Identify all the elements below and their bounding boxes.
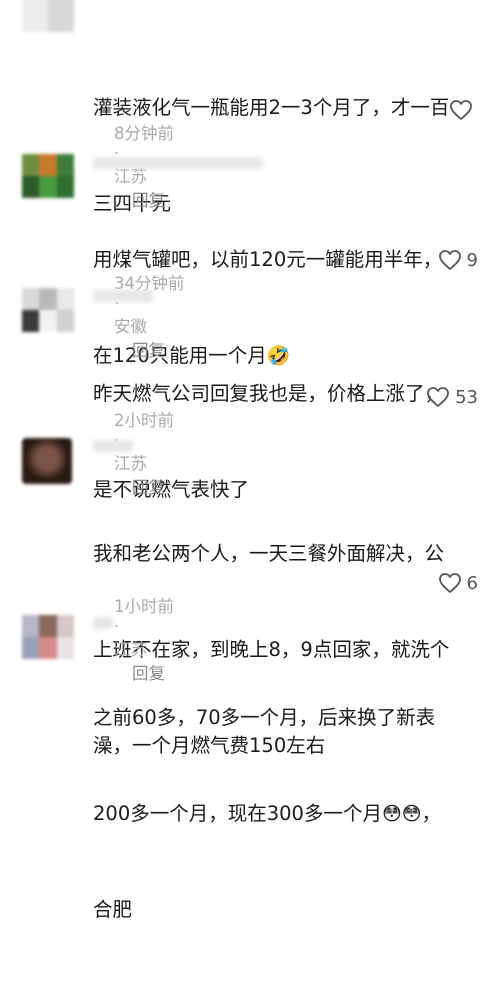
comment-text: 之前60多，70多一个月，后来换了新表 200多一个月，现在300多一个月😳😳，… — [93, 638, 500, 990]
avatar[interactable] — [22, 438, 72, 484]
username[interactable] — [93, 440, 133, 452]
comment-time: 2小时前 — [113, 411, 174, 430]
heart-outline-icon — [450, 100, 472, 120]
avatar[interactable] — [22, 615, 74, 659]
like-button[interactable]: 53 — [425, 385, 478, 409]
like-count: 9 — [466, 249, 478, 271]
like-count: 6 — [466, 572, 478, 594]
like-button[interactable] — [448, 98, 478, 122]
username[interactable] — [93, 617, 113, 629]
avatar[interactable] — [22, 154, 74, 198]
heart-outline-icon — [438, 250, 461, 270]
heart-outline-icon — [438, 573, 461, 593]
comment-line: 合肥 — [93, 898, 133, 921]
comment-line: 我和老公两个人，一天三餐外面解决，公 — [93, 542, 445, 565]
avatar[interactable] — [22, 0, 74, 32]
username[interactable] — [93, 290, 153, 302]
comment-time: 1小时前 — [113, 597, 174, 616]
comment-line: 200多一个月，现在300多一个月😳😳， — [93, 802, 441, 825]
flushed-emoji: 😳😳， — [381, 803, 441, 825]
like-button[interactable]: 9 — [437, 248, 478, 272]
comment-line: 之前60多，70多一个月，后来换了新表 — [93, 706, 436, 729]
separator: · — [113, 617, 120, 636]
like-button[interactable]: 6 — [437, 571, 478, 595]
heart-outline-icon — [427, 387, 449, 407]
comment-location: 江苏 — [113, 454, 147, 473]
avatar[interactable] — [22, 288, 74, 332]
like-count: 53 — [455, 386, 478, 408]
comment-time: 8分钟前 — [113, 124, 174, 143]
username[interactable] — [93, 157, 263, 169]
